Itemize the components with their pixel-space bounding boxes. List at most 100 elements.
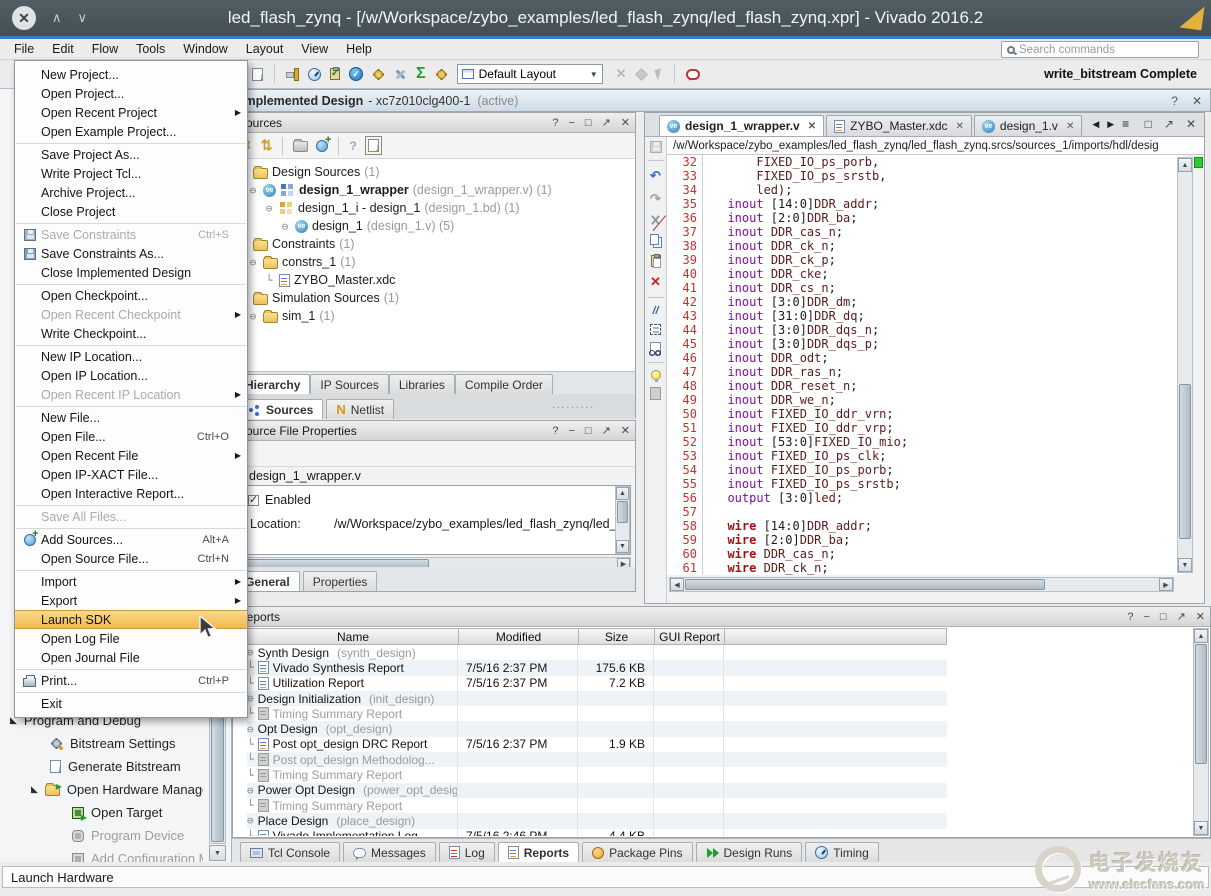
menu-item-save-project-as[interactable]: Save Project As... (15, 145, 247, 164)
search-input[interactable]: Search commands (1001, 41, 1199, 58)
tab-netlist[interactable]: Netlist (326, 399, 394, 419)
tree-item-constrs-1[interactable]: ⊖constrs_1 (1) (233, 253, 635, 271)
report-row-synth-design[interactable]: ⊖Synth Design(synth_design) (247, 645, 947, 660)
report-row-post-opt-design-drc-report[interactable]: └Post opt_design DRC Report7/5/16 2:37 P… (247, 737, 947, 752)
editor-tab-zybo-master-xdc[interactable]: ZYBO_Master.xdc✕ (826, 115, 972, 136)
menu-item-open-recent-file[interactable]: Open Recent File▶ (15, 446, 247, 465)
reports-vscroll[interactable]: ▲ ▼ (1193, 628, 1209, 836)
reports-float-icon[interactable]: ↗ (1177, 610, 1186, 623)
tab-close-icon[interactable]: ✕ (1066, 121, 1074, 132)
properties-close-icon[interactable]: ✕ (621, 424, 630, 437)
column-header-modified[interactable]: Modified (459, 629, 579, 644)
sources-close-icon[interactable]: ✕ (621, 116, 630, 129)
menu-file[interactable]: File (5, 40, 43, 58)
tree-item-sim-1[interactable]: ⊖sim_1 (1) (233, 307, 635, 325)
menu-item-write-project-tcl[interactable]: Write Project Tcl... (15, 164, 247, 183)
tree-item-design-sources[interactable]: Design Sources (1) (233, 163, 635, 181)
properties-minimize-icon[interactable]: − (568, 425, 574, 437)
workspace-close-icon[interactable]: ✕ (1192, 94, 1202, 108)
reports-help-icon[interactable]: ? (1127, 611, 1133, 623)
layout-gear-icon[interactable] (437, 70, 446, 79)
sources-minimize-icon[interactable]: − (568, 117, 574, 129)
tree-item-zybo-master-xdc[interactable]: └ZYBO_Master.xdc (233, 271, 635, 289)
tree-item-simulation-sources[interactable]: Simulation Sources (1) (233, 289, 635, 307)
tab-list-icon[interactable]: ≡ (1122, 117, 1129, 131)
tab-properties[interactable]: Properties (303, 571, 378, 591)
menu-item-archive-project[interactable]: Archive Project... (15, 183, 247, 202)
group-expander-icon[interactable]: ⊖ (247, 814, 254, 827)
group-expander-icon[interactable]: ⊖ (247, 784, 254, 797)
tools-icon[interactable] (394, 68, 407, 81)
menu-window[interactable]: Window (174, 40, 236, 58)
find-icon[interactable] (650, 342, 661, 355)
cut-icon[interactable] (649, 214, 662, 227)
menu-item-open-interactive-report[interactable]: Open Interactive Report... (15, 484, 247, 503)
flow-nav-open-target[interactable]: Open Target (0, 801, 203, 824)
properties-vscroll[interactable]: ▲ ▼ (615, 486, 630, 554)
menu-item-save-all-files[interactable]: Save All Files... (15, 507, 247, 526)
menu-item-new-ip-location[interactable]: New IP Location... (15, 347, 247, 366)
tri-icon[interactable] (31, 784, 38, 795)
editor-hscroll[interactable]: ◀ ▶ (669, 577, 1174, 592)
tab-libraries[interactable]: Libraries (389, 374, 455, 394)
menu-item-open-journal-file[interactable]: Open Journal File (15, 648, 247, 667)
folder-open-icon[interactable] (293, 141, 308, 152)
menu-item-open-ip-location[interactable]: Open IP Location... (15, 366, 247, 385)
flow-nav-open-hardware-manage[interactable]: Open Hardware Manage (0, 778, 203, 801)
menu-item-export[interactable]: Export▶ (15, 591, 247, 610)
add-file-icon[interactable] (316, 140, 328, 152)
menu-item-close-implemented-design[interactable]: Close Implemented Design (15, 263, 247, 282)
column-header-name[interactable]: Name (248, 629, 459, 644)
group-expander-icon[interactable]: ⊖ (247, 723, 254, 736)
report-row-vivado-synthesis-report[interactable]: └Vivado Synthesis Report7/5/16 2:37 PM17… (247, 660, 947, 675)
menu-item-save-constraints-as[interactable]: Save Constraints As... (15, 244, 247, 263)
menu-item-open-checkpoint[interactable]: Open Checkpoint... (15, 286, 247, 305)
menu-layout[interactable]: Layout (237, 40, 293, 58)
column-header-size[interactable]: Size (579, 629, 655, 644)
menu-view[interactable]: View (292, 40, 337, 58)
feedback-icon[interactable] (686, 69, 700, 80)
flow-navigator-scroll-down-icon[interactable]: ▼ (209, 845, 226, 861)
report-row-opt-design[interactable]: ⊖Opt Design(opt_design) (247, 721, 947, 736)
tree-item-design-1-i-design-1[interactable]: ⊖design_1_i - design_1 (design_1.bd) (1) (233, 199, 635, 217)
menu-edit[interactable]: Edit (43, 40, 83, 58)
tab-messages[interactable]: Messages (343, 842, 436, 862)
tree-expander-icon[interactable]: ⊖ (247, 256, 259, 269)
menu-item-new-file[interactable]: New File... (15, 408, 247, 427)
menu-item-new-project[interactable]: New Project... (15, 65, 247, 84)
tab-timing[interactable]: Timing (805, 842, 879, 862)
editor-vscroll[interactable]: ▲ ▼ (1177, 157, 1193, 573)
menu-item-write-checkpoint[interactable]: Write Checkpoint... (15, 324, 247, 343)
tree-item-design-1[interactable]: ⊖design_1 (design_1.v) (5) (233, 217, 635, 235)
bulb-icon[interactable] (651, 370, 661, 380)
menu-item-import[interactable]: Import▶ (15, 572, 247, 591)
hammer-icon[interactable] (286, 68, 299, 81)
tree-expander-icon[interactable]: ⊖ (247, 184, 259, 197)
menu-help[interactable]: Help (337, 40, 381, 58)
editor-tab-design-1-wrapper-v[interactable]: design_1_wrapper.v✕ (659, 115, 824, 136)
properties-maximize-icon[interactable]: □ (585, 425, 592, 437)
menu-item-open-project[interactable]: Open Project... (15, 84, 247, 103)
tree-expander-icon[interactable]: ⊖ (279, 220, 291, 233)
editor-float-icon[interactable]: ↗ (1164, 117, 1174, 131)
menu-tools[interactable]: Tools (127, 40, 174, 58)
copy-icon[interactable] (650, 234, 659, 245)
collapse-all-icon[interactable] (261, 137, 273, 154)
settings-gear-icon[interactable] (374, 70, 383, 79)
tree-expander-icon[interactable]: ⊖ (247, 310, 259, 323)
report-row-place-design[interactable]: ⊖Place Design(place_design) (247, 813, 947, 828)
delete-icon[interactable] (650, 274, 661, 290)
menu-item-open-example-project[interactable]: Open Example Project... (15, 122, 247, 141)
tab-tcl-console[interactable]: Tcl Console (240, 842, 340, 862)
report-row-power-opt-design[interactable]: ⊖Power Opt Design(power_opt_design) (247, 783, 947, 798)
splitter-handle[interactable]: ......... (552, 400, 595, 411)
report-row-design-initialization[interactable]: ⊖Design Initialization(init_design) (247, 691, 947, 706)
report-row-timing-summary-report[interactable]: └Timing Summary Report (247, 706, 947, 721)
sources-maximize-icon[interactable]: □ (585, 117, 592, 129)
save-dim-icon[interactable] (650, 141, 662, 153)
menu-item-open-recent-checkpoint[interactable]: Open Recent Checkpoint▶ (15, 305, 247, 324)
dim-cursor-icon[interactable] (654, 68, 664, 81)
reports-close-icon[interactable]: ✕ (1196, 610, 1205, 623)
tab-next-icon[interactable]: ▶ (1107, 119, 1114, 130)
menu-item-add-sources[interactable]: Add Sources...Alt+A (15, 530, 247, 549)
